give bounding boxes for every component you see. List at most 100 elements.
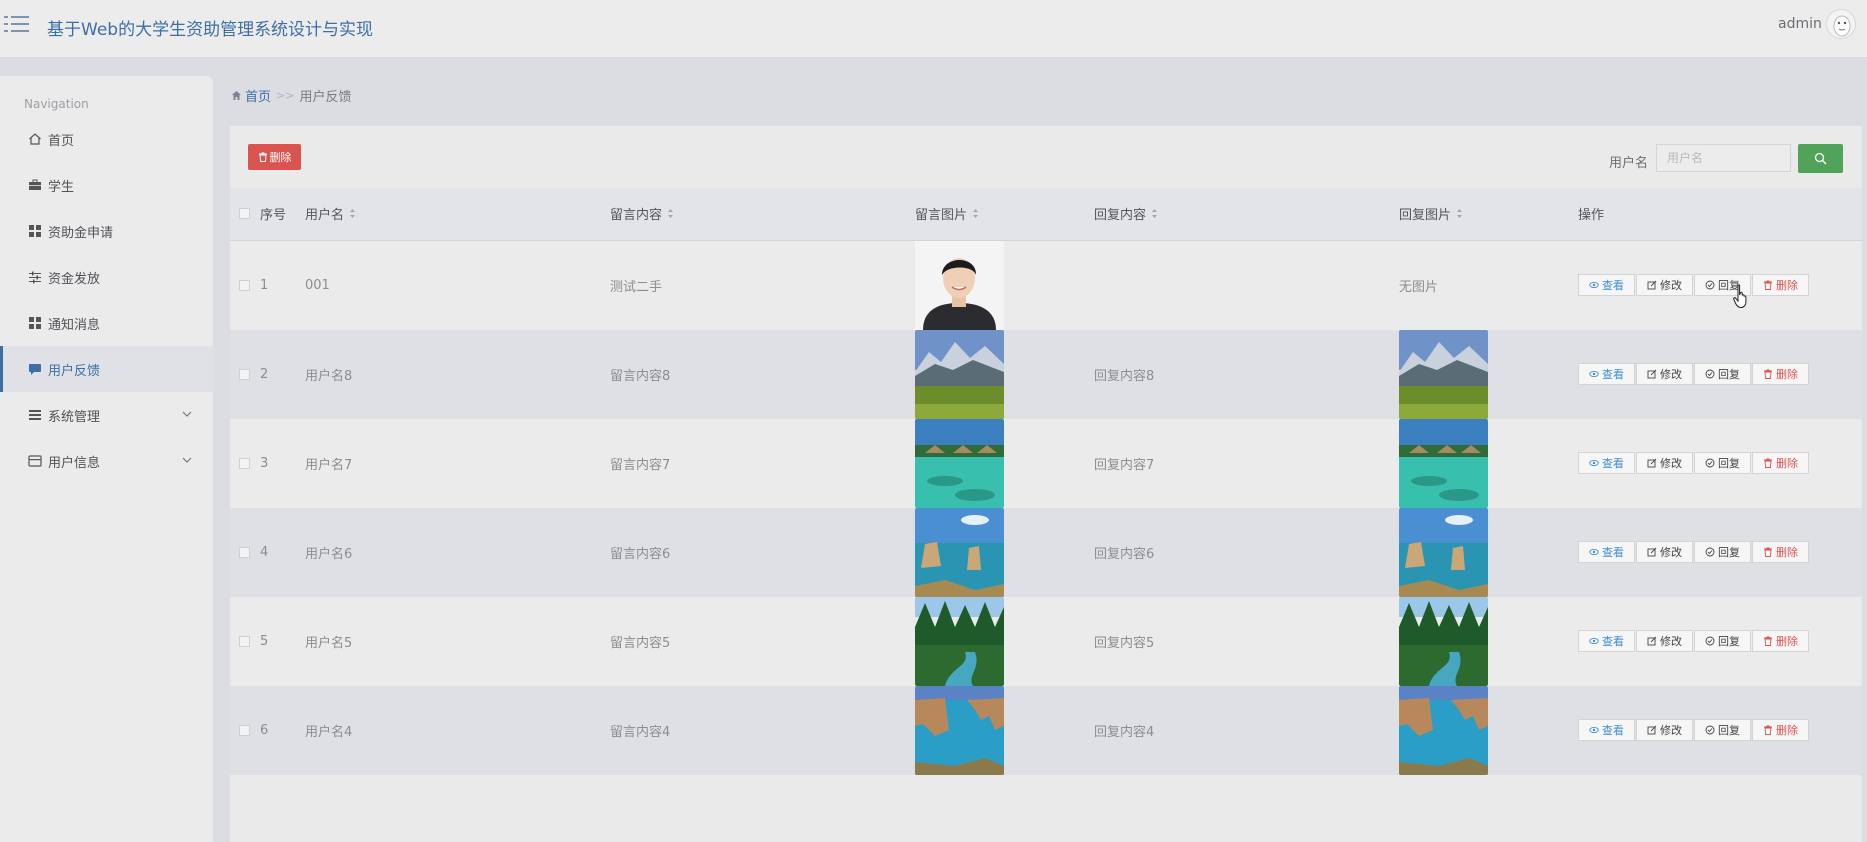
avatar[interactable]: [1826, 9, 1856, 39]
edit-button[interactable]: 修改: [1636, 630, 1693, 652]
message-image[interactable]: [915, 240, 1004, 330]
reply-button[interactable]: 回复: [1694, 541, 1751, 563]
row-checkbox[interactable]: [239, 368, 250, 380]
edit-button[interactable]: 修改: [1636, 541, 1693, 563]
actions-cell: 查看 修改 回复 删除: [1578, 329, 1862, 419]
delete-label: 删除: [1776, 724, 1798, 737]
delete-button[interactable]: 删除: [1752, 630, 1809, 652]
sidebar-item-system-management[interactable]: 系统管理: [0, 392, 213, 438]
view-button[interactable]: 查看: [1578, 541, 1635, 563]
menu-toggle-icon[interactable]: [4, 13, 30, 35]
search-input[interactable]: [1656, 144, 1791, 172]
nav-list: 首页 学生 资助金申请 资金发放 通知消息 用户反馈 系统管理 用户信息: [0, 116, 213, 484]
sidebar-item-notifications[interactable]: 通知消息: [0, 300, 213, 346]
reply-image[interactable]: [1399, 596, 1488, 686]
message-image[interactable]: [915, 418, 1004, 508]
delete-button[interactable]: 删除: [1752, 274, 1809, 296]
eye-icon: [1589, 370, 1599, 378]
sort-icon[interactable]: [349, 208, 356, 223]
bulk-delete-button[interactable]: 删除: [248, 144, 301, 170]
header-reply-image[interactable]: 回复图片: [1399, 188, 1578, 241]
view-button[interactable]: 查看: [1578, 452, 1635, 474]
search-button[interactable]: [1798, 144, 1843, 173]
sort-icon[interactable]: [667, 208, 674, 223]
view-button[interactable]: 查看: [1578, 274, 1635, 296]
table-row: 6 用户名4 留言内容4 回复内容4 查看 修改 回复 删除: [230, 685, 1862, 775]
header-message[interactable]: 留言内容: [610, 188, 915, 241]
sidebar-item-label: 通知消息: [48, 317, 101, 333]
header-username[interactable]: 用户名: [305, 188, 610, 241]
sidebar-item-home[interactable]: 首页: [0, 116, 213, 162]
edit-button[interactable]: 修改: [1636, 719, 1693, 741]
sort-icon[interactable]: [972, 208, 979, 223]
reply-cell: 回复内容8: [1094, 329, 1399, 419]
reply-button[interactable]: 回复: [1694, 363, 1751, 385]
view-button[interactable]: 查看: [1578, 719, 1635, 741]
reply-label: 回复: [1718, 457, 1740, 470]
home-icon: [28, 132, 42, 146]
delete-button[interactable]: 删除: [1752, 452, 1809, 474]
sort-icon[interactable]: [1151, 208, 1158, 223]
reply-icon: [1705, 458, 1715, 468]
trash-icon: [258, 152, 267, 162]
row-checkbox[interactable]: [239, 279, 250, 291]
reply-label: 回复: [1718, 279, 1740, 292]
header-reply[interactable]: 回复内容: [1094, 188, 1399, 241]
list-icon: [28, 408, 42, 422]
row-checkbox[interactable]: [239, 724, 250, 736]
message-cell: 留言内容7: [610, 418, 915, 508]
sidebar-item-student[interactable]: 学生: [0, 162, 213, 208]
sidebar-item-aid-application[interactable]: 资助金申请: [0, 208, 213, 254]
delete-label: 删除: [1776, 635, 1798, 648]
index-cell: 3: [260, 418, 305, 508]
row-checkbox[interactable]: [239, 457, 250, 469]
top-header: 基于Web的大学生资助管理系统设计与实现 admin: [0, 0, 1867, 58]
reply-image[interactable]: [1399, 685, 1488, 775]
reply-image[interactable]: [1399, 418, 1488, 508]
sort-icon[interactable]: [1456, 208, 1463, 223]
trash-icon: [1764, 280, 1772, 290]
eye-icon: [1589, 548, 1599, 556]
reply-button[interactable]: 回复: [1694, 452, 1751, 474]
header-actions-label: 操作: [1578, 208, 1605, 224]
reply-image[interactable]: [1399, 329, 1488, 419]
delete-button[interactable]: 删除: [1752, 363, 1809, 385]
message-image[interactable]: [915, 685, 1004, 775]
sidebar-item-user-info[interactable]: 用户信息: [0, 438, 213, 484]
header-index-label: 序号: [260, 208, 287, 224]
row-checkbox[interactable]: [239, 546, 250, 558]
sidebar-item-label: 首页: [48, 133, 75, 149]
message-image[interactable]: [915, 329, 1004, 419]
reply-image-cell: [1399, 685, 1578, 775]
message-image[interactable]: [915, 507, 1004, 597]
view-button[interactable]: 查看: [1578, 363, 1635, 385]
sidebar-item-fund-release[interactable]: 资金发放: [0, 254, 213, 300]
edit-button[interactable]: 修改: [1636, 274, 1693, 296]
message-cell: 留言内容4: [610, 685, 915, 775]
delete-button[interactable]: 删除: [1752, 541, 1809, 563]
username-cell: 用户名6: [305, 507, 610, 597]
edit-button[interactable]: 修改: [1636, 452, 1693, 474]
edit-icon: [1647, 636, 1657, 646]
reply-image-cell: 无图片: [1399, 240, 1578, 330]
sidebar-item-label: 学生: [48, 179, 75, 195]
username-cell: 001: [305, 240, 610, 330]
message-image-cell: [915, 507, 1094, 597]
view-button[interactable]: 查看: [1578, 630, 1635, 652]
header-message-image[interactable]: 留言图片: [915, 188, 1094, 241]
reply-button[interactable]: 回复: [1694, 719, 1751, 741]
edit-button[interactable]: 修改: [1636, 363, 1693, 385]
reply-image[interactable]: [1399, 507, 1488, 597]
row-select-cell: [230, 596, 260, 686]
breadcrumb-home[interactable]: 首页: [231, 86, 271, 105]
sidebar-item-feedback[interactable]: 用户反馈: [0, 346, 213, 392]
edit-icon: [1647, 725, 1657, 735]
user-name[interactable]: admin: [1778, 16, 1822, 32]
delete-button[interactable]: 删除: [1752, 719, 1809, 741]
row-checkbox[interactable]: [239, 635, 250, 647]
message-image[interactable]: [915, 596, 1004, 686]
select-all-checkbox[interactable]: [239, 208, 250, 220]
reply-button[interactable]: 回复: [1694, 630, 1751, 652]
reply-cell: 回复内容7: [1094, 418, 1399, 508]
reply-button[interactable]: 回复: [1694, 274, 1751, 296]
